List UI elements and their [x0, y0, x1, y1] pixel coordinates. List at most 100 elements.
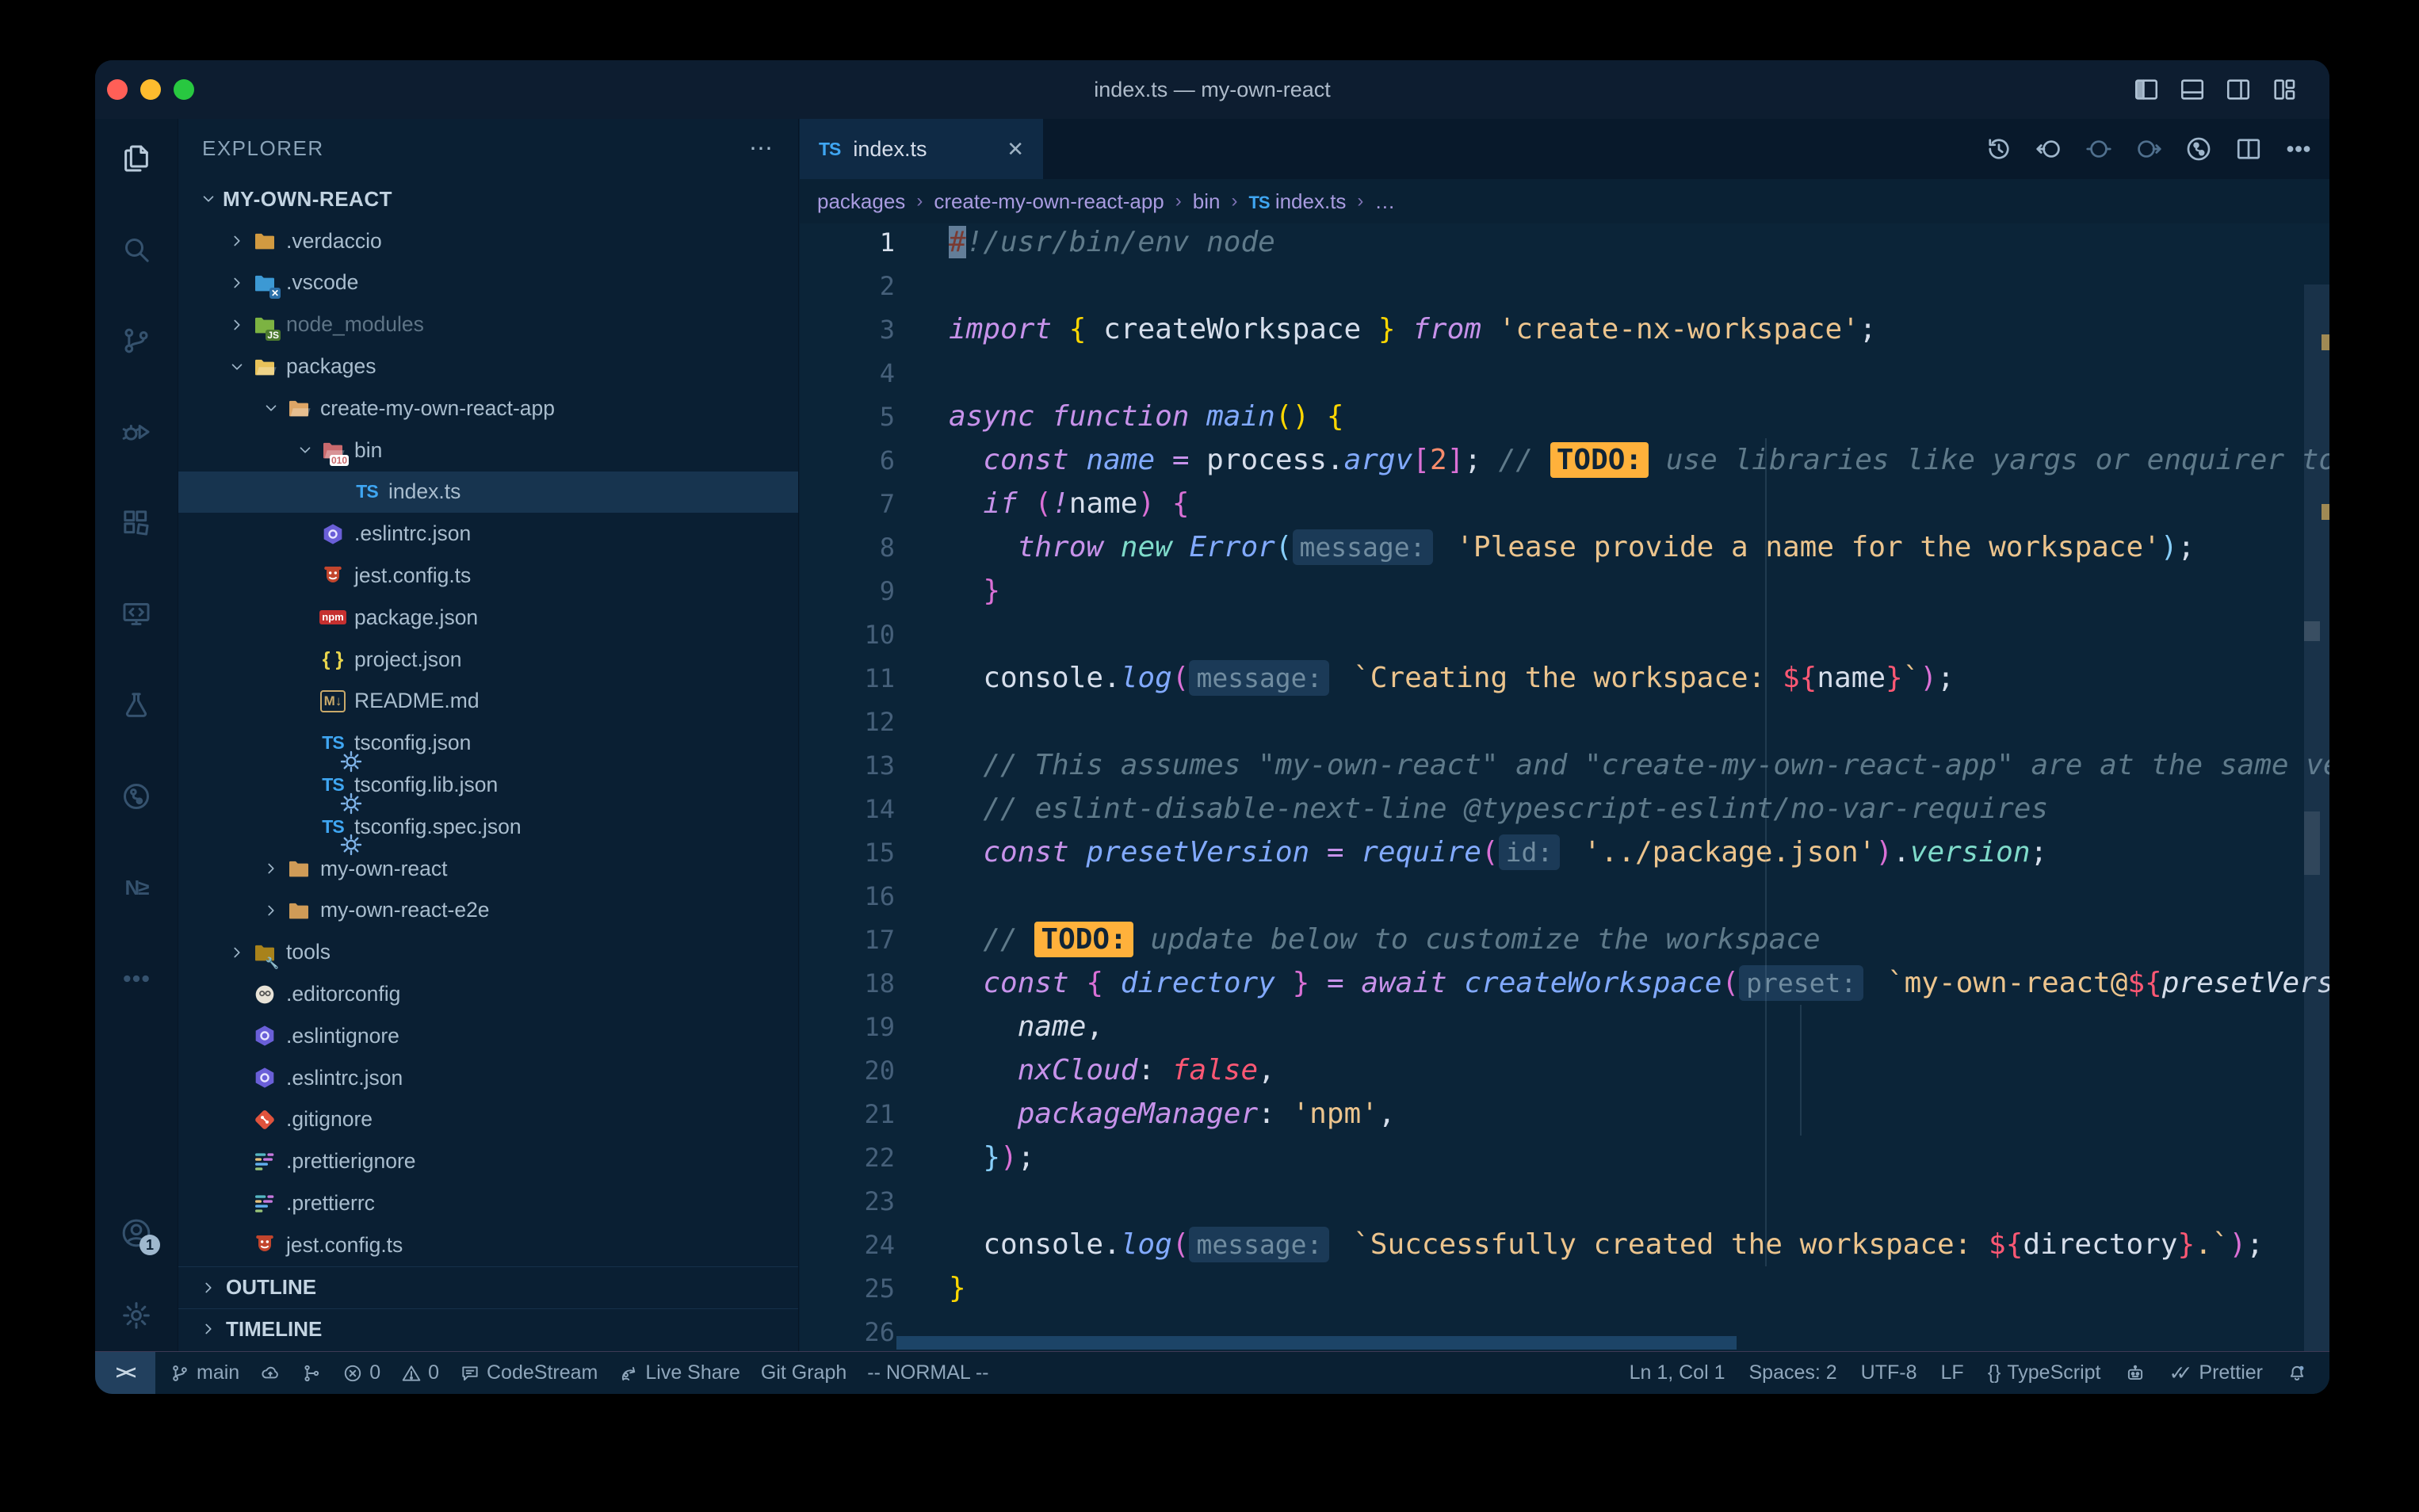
code-line-7[interactable]: 7 if (!name) {	[800, 482, 2329, 525]
status-item-robot[interactable]	[2125, 1363, 2146, 1384]
status-item-bell-dot[interactable]	[2287, 1363, 2307, 1384]
layout-sidebar-right-icon[interactable]	[2221, 72, 2256, 107]
testing-icon[interactable]	[119, 688, 154, 723]
code-line-11[interactable]: 11 console.log(message: `Creating the wo…	[800, 656, 2329, 700]
code-line-10[interactable]: 10	[800, 613, 2329, 656]
tree-item-index-ts[interactable]: TSindex.ts	[178, 472, 798, 514]
tree-item-bin[interactable]: 010bin	[178, 430, 798, 472]
line-number[interactable]: 22	[800, 1143, 895, 1173]
status-item-spaces-2[interactable]: Spaces: 2	[1748, 1361, 1836, 1384]
code-line-2[interactable]: 2	[800, 264, 2329, 307]
line-number[interactable]: 16	[800, 881, 895, 911]
code-line-18[interactable]: 18 const { directory } = await createWor…	[800, 961, 2329, 1005]
layout-grid-icon[interactable]	[2267, 72, 2302, 107]
tree-item--eslintignore[interactable]: .eslintignore	[178, 1015, 798, 1057]
line-number[interactable]: 7	[800, 489, 895, 519]
nav-circle-icon[interactable]	[2081, 131, 2117, 167]
nav-forward-icon[interactable]	[2130, 131, 2167, 167]
tab-index-ts[interactable]: TS index.ts ✕	[800, 119, 1043, 179]
status-item-0[interactable]: 0	[401, 1361, 439, 1384]
breadcrumb-item-bin[interactable]: bin	[1193, 189, 1221, 214]
line-number[interactable]: 19	[800, 1012, 895, 1042]
tree-item-my-own-react[interactable]: my-own-react	[178, 848, 798, 890]
tree-item-package-json[interactable]: npmpackage.json	[178, 597, 798, 639]
line-number[interactable]: 5	[800, 402, 895, 432]
remote-indicator[interactable]: ><	[95, 1352, 155, 1394]
status-item-utf-8[interactable]: UTF-8	[1861, 1361, 1917, 1384]
tree-item--eslintrc-json[interactable]: .eslintrc.json	[178, 1057, 798, 1099]
code-line-3[interactable]: 3import { createWorkspace } from 'create…	[800, 307, 2329, 351]
code-area[interactable]: 1#!/usr/bin/env node 2 3import { createWor…	[800, 220, 2329, 1351]
search-icon[interactable]	[119, 232, 154, 267]
status-item-typescript[interactable]: {}TypeScript	[1988, 1361, 2101, 1384]
tree-item--eslintrc-json[interactable]: .eslintrc.json	[178, 513, 798, 555]
line-number[interactable]: 11	[800, 663, 895, 693]
breadcrumb-item-create-my-own-react-app[interactable]: create-my-own-react-app	[934, 189, 1164, 214]
settings-icon[interactable]	[119, 1298, 154, 1333]
tree-item--editorconfig[interactable]: .editorconfig	[178, 973, 798, 1015]
code-line-5[interactable]: 5async function main() {	[800, 395, 2329, 438]
line-number[interactable]: 4	[800, 358, 895, 388]
line-number[interactable]: 24	[800, 1230, 895, 1260]
more-actions-icon[interactable]	[2280, 131, 2317, 167]
extensions-icon[interactable]	[119, 506, 154, 540]
tree-item-packages[interactable]: packages	[178, 346, 798, 388]
layout-panel-icon[interactable]	[2175, 72, 2210, 107]
line-number[interactable]: 17	[800, 925, 895, 955]
code-line-19[interactable]: 19 name,	[800, 1005, 2329, 1048]
code-line-17[interactable]: 17 // TODO: update below to customize th…	[800, 918, 2329, 961]
tree-item-jest-config-ts[interactable]: jest.config.ts	[178, 555, 798, 597]
line-number[interactable]: 9	[800, 576, 895, 606]
code-line-16[interactable]: 16	[800, 874, 2329, 918]
code-line-22[interactable]: 22 });	[800, 1136, 2329, 1179]
tree-item-tsconfig-spec-json[interactable]: TStsconfig.spec.json	[178, 806, 798, 848]
tree-item-node-modules[interactable]: JSnode_modules	[178, 304, 798, 346]
line-number[interactable]: 8	[800, 533, 895, 563]
line-number[interactable]: 2	[800, 271, 895, 301]
code-line-25[interactable]: 25}	[800, 1266, 2329, 1310]
nx-console-icon[interactable]: N≥	[119, 870, 154, 905]
line-number[interactable]: 3	[800, 315, 895, 345]
horizontal-scrollbar[interactable]	[896, 1336, 1737, 1350]
git-compare-icon[interactable]	[2180, 131, 2217, 167]
tree-item--prettierignore[interactable]: .prettierignore	[178, 1140, 798, 1182]
code-line-8[interactable]: 8 throw new Error(message: 'Please provi…	[800, 525, 2329, 569]
code-line-23[interactable]: 23	[800, 1179, 2329, 1223]
more-icon[interactable]	[119, 961, 154, 996]
outline-section[interactable]: OUTLINE	[178, 1266, 798, 1308]
layout-sidebar-left-icon[interactable]	[2129, 72, 2164, 107]
close-tab-icon[interactable]: ✕	[1007, 137, 1024, 162]
code-line-1[interactable]: 1#!/usr/bin/env node	[800, 220, 2329, 264]
timeline-section[interactable]: TIMELINE	[178, 1308, 798, 1350]
line-number[interactable]: 18	[800, 968, 895, 998]
status-item-main[interactable]: main	[170, 1361, 239, 1384]
code-line-6[interactable]: 6 const name = process.argv[2]; // TODO:…	[800, 438, 2329, 482]
line-number[interactable]: 15	[800, 838, 895, 868]
line-number[interactable]: 10	[800, 620, 895, 650]
status-item--normal-[interactable]: -- NORMAL --	[867, 1361, 988, 1384]
timeline-history-icon[interactable]	[1981, 131, 2017, 167]
status-item-sc-graph[interactable]	[301, 1363, 322, 1384]
accounts-icon[interactable]: 1	[119, 1216, 154, 1250]
status-item-cloud-upload[interactable]	[260, 1363, 281, 1384]
line-number[interactable]: 14	[800, 794, 895, 824]
remote-explorer-icon[interactable]	[119, 597, 154, 632]
code-line-9[interactable]: 9 }	[800, 569, 2329, 613]
explorer-more-icon[interactable]: ⋯	[749, 135, 774, 162]
breadcrumb-item-index-ts[interactable]: TS index.ts	[1248, 189, 1346, 214]
code-line-21[interactable]: 21 packageManager: 'npm',	[800, 1092, 2329, 1136]
code-line-12[interactable]: 12	[800, 700, 2329, 743]
tree-item--verdaccio[interactable]: .verdaccio	[178, 220, 798, 262]
tree-item-tsconfig-json[interactable]: TStsconfig.json	[178, 722, 798, 764]
code-line-20[interactable]: 20 nxCloud: false,	[800, 1048, 2329, 1092]
status-item-ln-1-col-1[interactable]: Ln 1, Col 1	[1630, 1361, 1725, 1384]
line-number[interactable]: 26	[800, 1317, 895, 1347]
line-number[interactable]: 20	[800, 1056, 895, 1086]
tree-item-tools[interactable]: 🔧tools	[178, 931, 798, 973]
split-editor-icon[interactable]	[2230, 131, 2267, 167]
line-number[interactable]: 23	[800, 1186, 895, 1216]
status-item-live-share[interactable]: Live Share	[618, 1361, 740, 1384]
tree-item--prettierrc[interactable]: .prettierrc	[178, 1182, 798, 1224]
source-control-icon[interactable]	[119, 323, 154, 358]
line-number[interactable]: 6	[800, 445, 895, 475]
